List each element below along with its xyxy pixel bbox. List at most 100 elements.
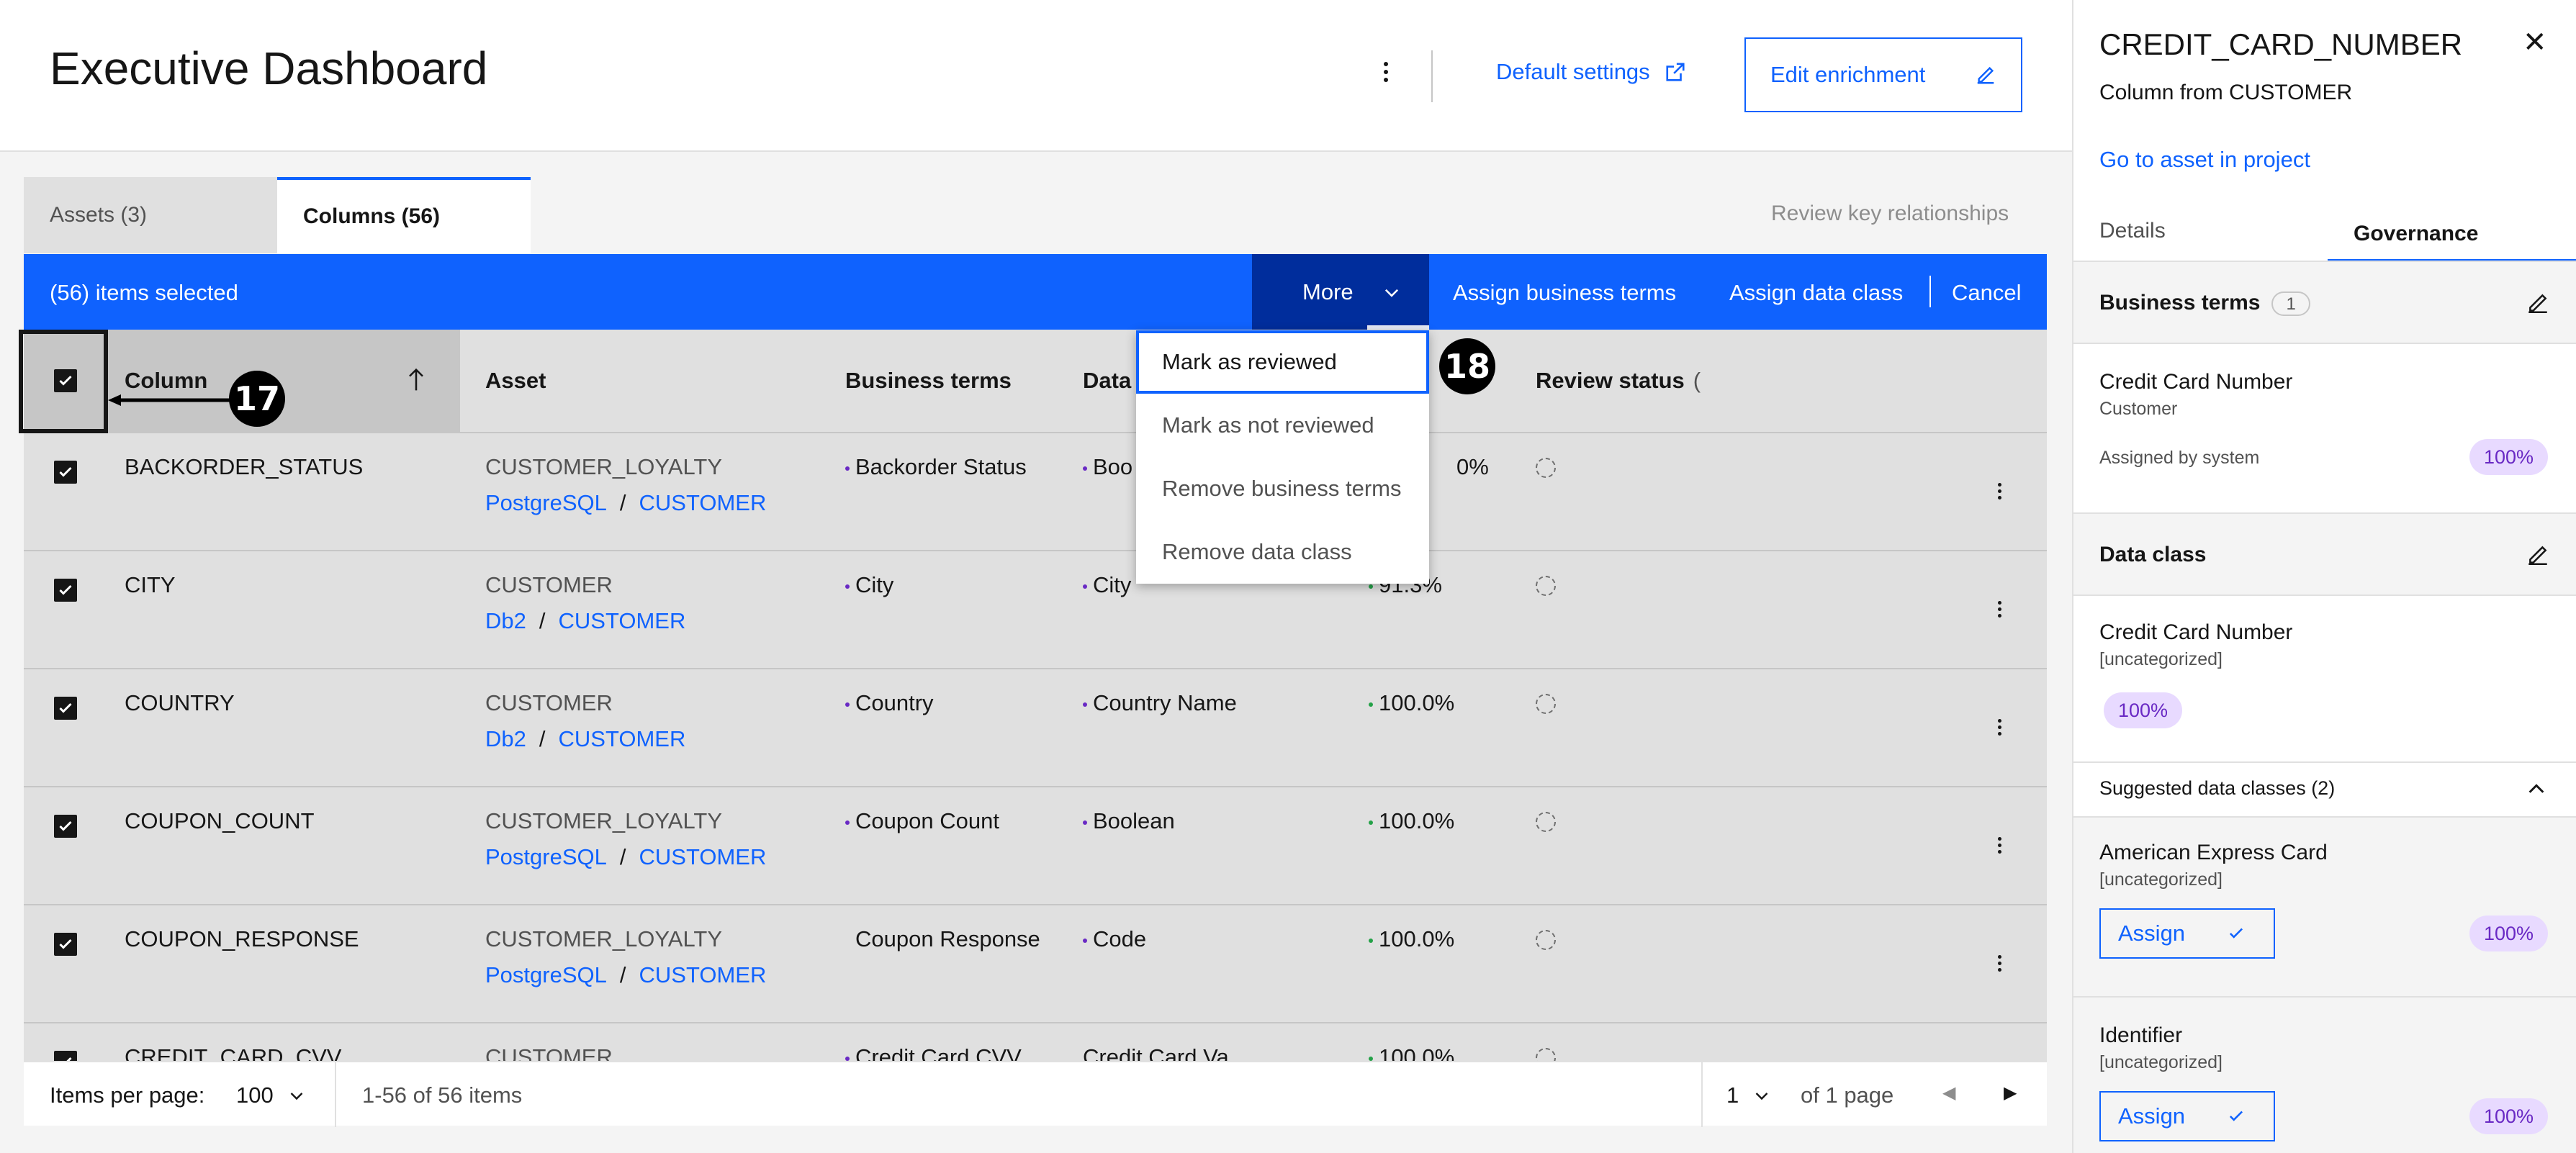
sort-ascending-icon[interactable] bbox=[405, 367, 427, 393]
column-header-column[interactable]: Column bbox=[125, 330, 207, 432]
page-title: Executive Dashboard bbox=[50, 42, 488, 94]
confidence-score: 100.0% bbox=[1369, 803, 1454, 839]
tab-assets[interactable]: Assets (3) bbox=[24, 177, 277, 253]
tab-governance[interactable]: Governance bbox=[2328, 209, 2576, 262]
data-class-name: Credit Card Number bbox=[2099, 620, 2293, 644]
review-status-tooltip-icon[interactable]: ( bbox=[1693, 368, 1701, 394]
row-overflow-icon[interactable] bbox=[1992, 476, 2007, 505]
business-term-value: Coupon Response bbox=[855, 926, 1040, 951]
review-status-icon bbox=[1536, 576, 1556, 596]
business-term-name: Credit Card Number bbox=[2099, 370, 2293, 394]
menu-item-remove-data-class[interactable]: Remove data class bbox=[1136, 520, 1429, 584]
data-class-value: Country Name bbox=[1093, 690, 1237, 715]
column-header-asset[interactable]: Asset bbox=[485, 330, 546, 432]
row-checkbox[interactable] bbox=[54, 461, 77, 484]
table-row[interactable]: CITY CUSTOMER Db2/CUSTOMER City City 91.3% bbox=[24, 550, 2047, 668]
row-overflow-icon[interactable] bbox=[1992, 713, 2007, 741]
review-status-icon bbox=[1536, 694, 1556, 714]
tab-columns[interactable]: Columns (56) bbox=[277, 177, 531, 253]
source-link[interactable]: Db2 bbox=[485, 608, 526, 633]
table-row[interactable]: BACKORDER_STATUS CUSTOMER_LOYALTY PostgreS… bbox=[24, 432, 2047, 550]
business-term: Coupon Response bbox=[845, 921, 1040, 957]
count-tag: 1 bbox=[2271, 291, 2310, 317]
review-key-relationships-link[interactable]: Review key relationships bbox=[1771, 202, 2009, 226]
class-dot-icon bbox=[1083, 820, 1087, 825]
more-button[interactable]: More bbox=[1252, 254, 1429, 330]
column-header-business-terms[interactable]: Business terms bbox=[845, 330, 1012, 432]
selected-count: (56) items selected bbox=[50, 280, 238, 305]
source-link[interactable]: PostgreSQL bbox=[485, 962, 607, 987]
data-class-value: Boolean bbox=[1093, 808, 1175, 833]
table-row[interactable]: CREDIT_CARD_CVV CUSTOMER Credit Card CVV Cr… bbox=[24, 1022, 2047, 1061]
term-dot-icon bbox=[845, 702, 850, 707]
row-overflow-icon[interactable] bbox=[1992, 594, 2007, 623]
table-link[interactable]: CUSTOMER bbox=[639, 962, 767, 987]
assign-button[interactable]: Assign bbox=[2099, 1091, 2275, 1141]
data-class-value: Credit Card Va bbox=[1083, 1044, 1229, 1061]
row-checkbox[interactable] bbox=[54, 815, 77, 838]
batch-action-bar: (56) items selected More Assign business… bbox=[24, 254, 2047, 330]
menu-item-remove-business-terms[interactable]: Remove business terms bbox=[1136, 457, 1429, 520]
close-icon[interactable]: ✕ bbox=[2523, 26, 2547, 59]
data-class: Country Name bbox=[1083, 685, 1237, 721]
items-per-page-select[interactable]: 100 bbox=[236, 1082, 305, 1108]
table-link[interactable]: CUSTOMER bbox=[559, 726, 686, 751]
page-select[interactable]: 1 bbox=[1726, 1082, 1770, 1108]
go-to-asset-link[interactable]: Go to asset in project bbox=[2099, 147, 2310, 173]
annotation-highlight-box bbox=[19, 330, 108, 433]
business-term-category: Customer bbox=[2099, 399, 2178, 419]
menu-item-mark-not-reviewed[interactable]: Mark as not reviewed bbox=[1136, 394, 1429, 457]
row-checkbox[interactable] bbox=[54, 1051, 77, 1061]
previous-page-icon[interactable]: ◀ bbox=[1942, 1082, 1955, 1103]
default-settings-link[interactable]: Default settings bbox=[1496, 59, 1686, 85]
row-overflow-icon[interactable] bbox=[1992, 831, 2007, 859]
source-link[interactable]: PostgreSQL bbox=[485, 490, 607, 515]
business-term-card: Credit Card Number Customer Assigned by … bbox=[2073, 344, 2576, 514]
row-checkbox[interactable] bbox=[54, 933, 77, 956]
edit-icon[interactable] bbox=[2526, 543, 2550, 567]
next-page-icon[interactable]: ▶ bbox=[2004, 1082, 2017, 1103]
assign-data-class-button[interactable]: Assign data class bbox=[1729, 280, 1903, 306]
annotation-badge: 18 bbox=[1439, 338, 1495, 394]
table-link[interactable]: CUSTOMER bbox=[639, 490, 767, 515]
table-link[interactable]: CUSTOMER bbox=[639, 844, 767, 869]
assign-business-terms-button[interactable]: Assign business terms bbox=[1453, 280, 1676, 306]
row-checkbox[interactable] bbox=[54, 697, 77, 720]
column-header-data-class[interactable]: Data bbox=[1083, 330, 1131, 432]
chevron-down-icon bbox=[1755, 1093, 1768, 1100]
chevron-up-icon[interactable] bbox=[2526, 779, 2547, 800]
edit-icon[interactable] bbox=[2526, 291, 2550, 315]
data-class-value: Code bbox=[1093, 926, 1147, 951]
default-settings-label: Default settings bbox=[1496, 59, 1650, 84]
business-terms-heading: Business terms 1 bbox=[2099, 291, 2310, 317]
table-row[interactable]: COUPON_COUNT CUSTOMER_LOYALTY PostgreSQL / C… bbox=[24, 786, 2047, 904]
row-overflow-icon[interactable] bbox=[1992, 949, 2007, 977]
asset-name: CUSTOMER_LOYALTY bbox=[485, 454, 723, 479]
asset-path: Db2 / CUSTOMER bbox=[485, 603, 685, 639]
row-checkbox[interactable] bbox=[54, 579, 77, 602]
more-label: More bbox=[1302, 279, 1354, 304]
source-link[interactable]: PostgreSQL bbox=[485, 844, 607, 869]
tab-details[interactable]: Details bbox=[2099, 219, 2166, 243]
cancel-button[interactable]: Cancel bbox=[1952, 280, 2022, 306]
overflow-menu-icon[interactable] bbox=[1368, 50, 1404, 94]
asset-name: CUSTOMER_LOYALTY bbox=[485, 926, 723, 951]
business-term: Coupon Count bbox=[845, 803, 999, 839]
suggested-item: Identifier [uncategorized] Assign 100% bbox=[2073, 998, 2576, 1153]
assign-button[interactable]: Assign bbox=[2099, 908, 2275, 959]
class-dot-icon bbox=[1083, 466, 1087, 471]
table-row[interactable]: COUNTRY CUSTOMER Db2 / CUSTOMER Country Countr… bbox=[24, 668, 2047, 786]
suggested-data-classes-header[interactable]: Suggested data classes (2) bbox=[2073, 763, 2576, 818]
menu-item-mark-reviewed[interactable]: Mark as reviewed bbox=[1136, 330, 1429, 394]
table-row[interactable]: COUPON_RESPONSE CUSTOMER_LOYALTY PostgreSQ… bbox=[24, 904, 2047, 1022]
edit-enrichment-button[interactable]: Edit enrichment bbox=[1744, 37, 2022, 112]
score-dot-icon bbox=[1369, 820, 1373, 825]
column-header-review-status[interactable]: Review status ( bbox=[1536, 330, 1701, 432]
source-link[interactable]: Db2 bbox=[485, 726, 526, 751]
table-link[interactable]: CUSTOMER bbox=[559, 608, 686, 633]
annotation-badge: 17 bbox=[229, 371, 285, 427]
suggested-name: American Express Card bbox=[2099, 841, 2328, 864]
column-name: BACKORDER_STATUS bbox=[125, 454, 364, 479]
items-per-page-label: Items per page: bbox=[50, 1082, 205, 1108]
panel-title: CREDIT_CARD_NUMBER bbox=[2099, 27, 2463, 61]
